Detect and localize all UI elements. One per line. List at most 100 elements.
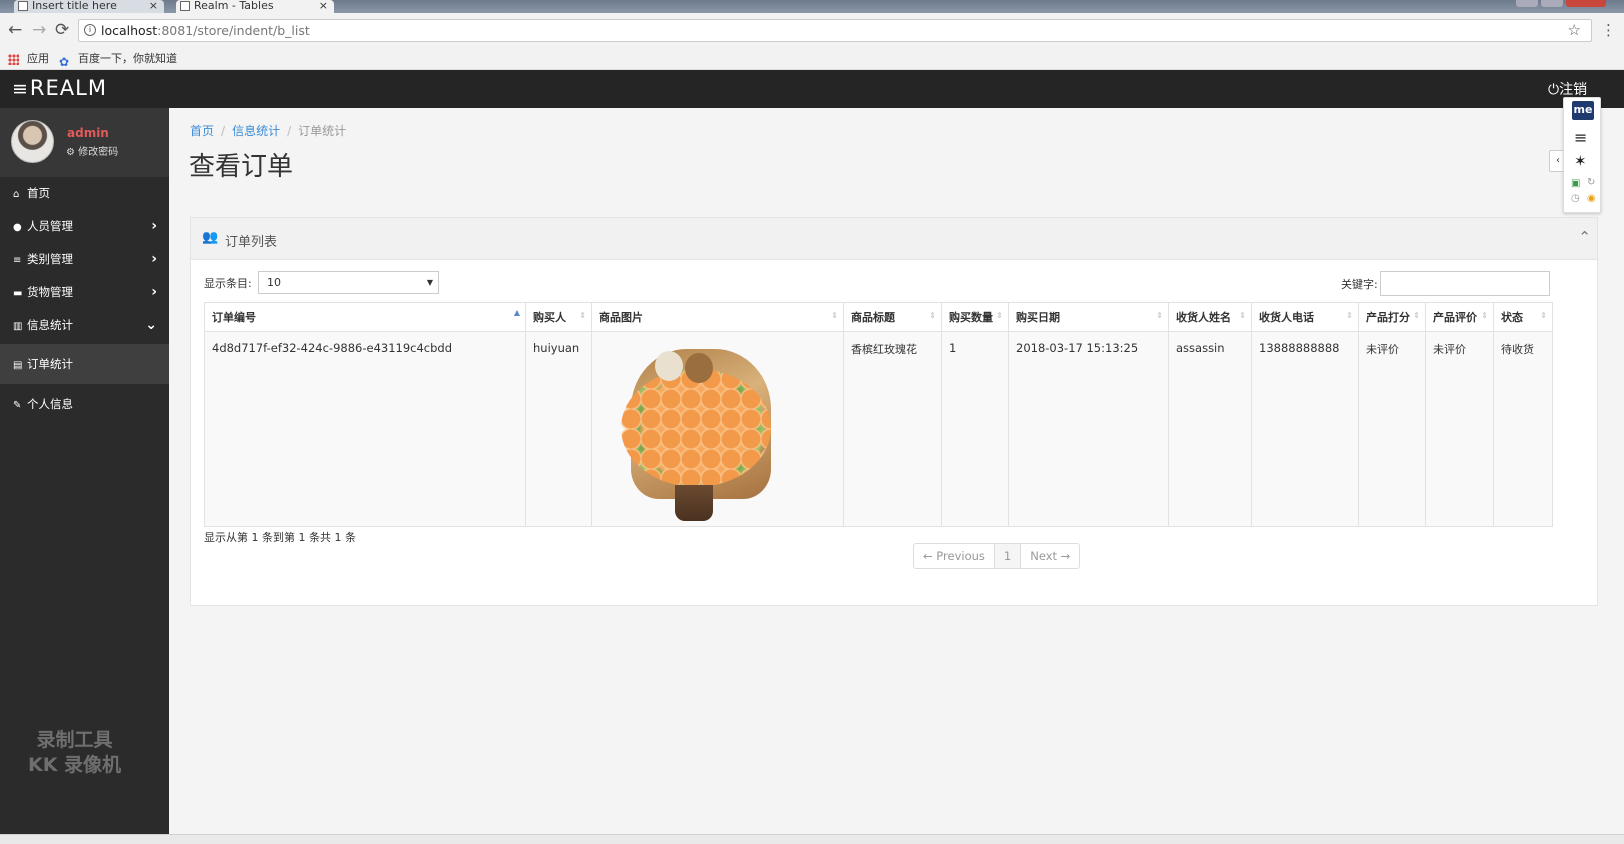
edit-icon: ✎	[13, 400, 22, 411]
menu-bars-icon: ≡	[12, 78, 29, 100]
floating-toolbar: me ≡ ✶ ▣ ↻ ◷ ◉	[1563, 97, 1601, 213]
page-1-button[interactable]: 1	[994, 544, 1022, 568]
breadcrumb-home[interactable]: 首页	[190, 124, 214, 138]
search-label: 关键字:	[1341, 278, 1378, 291]
cell-review: 未评价	[1425, 331, 1494, 527]
reload-icon[interactable]: ⟳	[55, 21, 69, 39]
sort-icon: ⇕	[1481, 311, 1488, 320]
bookmark-apps[interactable]: 应用	[27, 49, 49, 69]
column-header[interactable]: 收货人姓名 ⇕	[1168, 302, 1252, 332]
top-navbar: ≡REALM ⏻注销	[0, 70, 1624, 108]
panel-title: 订单列表	[225, 235, 278, 250]
column-header[interactable]: 产品打分 ⇕	[1358, 302, 1426, 332]
product-image	[599, 337, 785, 523]
tab-close-icon[interactable]: ×	[319, 0, 328, 12]
breadcrumb-separator: /	[287, 124, 292, 138]
main-content: 首页 / 信息统计 / 订单统计 查看订单 👥 订单列表 ⌃ 显示条目: 10 ▼ 关键…	[169, 108, 1624, 834]
column-header[interactable]: 订单编号 ▲	[204, 302, 526, 332]
cell-product-image	[591, 331, 844, 527]
table-header-row: 订单编号 ▲ 购买人 ⇕ 商品图片 ⇕ 商品标题 ⇕ 购买数量 ⇕ 购买日期 ⇕ 收货人姓名…	[204, 302, 1553, 332]
sort-asc-icon: ▲	[513, 308, 520, 317]
users-icon: 👥	[202, 230, 219, 245]
cart-icon: ▬	[13, 288, 23, 299]
page-length-select[interactable]: 10 ▼	[258, 271, 439, 294]
image-icon[interactable]: ▣	[1571, 178, 1580, 189]
cell-date: 2018-03-17 15:13:25	[1008, 331, 1169, 527]
caret-down-icon: ▼	[426, 278, 433, 287]
sidebar-item-goods[interactable]: ▬ 货物管理 ›	[0, 276, 169, 309]
brand-logo[interactable]: ≡REALM	[12, 76, 107, 100]
prev-page-button[interactable]: ← Previous	[914, 544, 995, 568]
cell-quantity: 1	[941, 331, 1009, 527]
next-page-button[interactable]: Next →	[1021, 544, 1079, 568]
breadcrumb-statistics[interactable]: 信息统计	[232, 124, 280, 138]
page-length-label: 显示条目:	[204, 277, 252, 290]
browser-tab-bar: Insert title here × Realm - Tables ×	[0, 0, 1624, 13]
sort-icon: ⇕	[831, 311, 838, 320]
bookmark-baidu[interactable]: 百度一下，你就知道	[78, 49, 177, 69]
sort-icon: ⇕	[1239, 311, 1246, 320]
orders-table: 订单编号 ▲ 购买人 ⇕ 商品图片 ⇕ 商品标题 ⇕ 购买数量 ⇕ 购买日期 ⇕ 收货人姓名…	[204, 302, 1553, 527]
browser-tab-2[interactable]: Realm - Tables ×	[176, 0, 334, 13]
home-icon: ⌂	[13, 189, 20, 200]
chevron-up-icon[interactable]: ⌃	[1578, 228, 1591, 246]
refresh-icon[interactable]: ↻	[1587, 177, 1595, 188]
magic-wand-icon[interactable]: ✶	[1574, 152, 1587, 170]
browser-tab-1[interactable]: Insert title here ×	[14, 0, 164, 13]
cell-phone: 13888888888	[1251, 331, 1359, 527]
column-header[interactable]: 购买数量 ⇕	[941, 302, 1009, 332]
orders-panel: 👥 订单列表 ⌃ 显示条目: 10 ▼ 关键字: 订单编号 ▲ 购买人 ⇕ 商品图片…	[190, 217, 1598, 606]
url-path: :8081/store/indent/b_list	[157, 23, 310, 38]
clock-icon[interactable]: ◷	[1571, 193, 1580, 204]
apps-icon[interactable]	[8, 54, 19, 65]
search-input[interactable]	[1380, 271, 1550, 296]
column-header[interactable]: 状态 ⇕	[1493, 302, 1553, 332]
breadcrumb-separator: /	[221, 124, 226, 138]
page-icon	[18, 1, 28, 11]
cell-product-title: 香槟红玫瑰花	[843, 331, 942, 527]
window-close-icon[interactable]	[1566, 0, 1606, 7]
maximize-icon[interactable]	[1541, 0, 1563, 7]
sidebar-item-orders[interactable]: ▤ 订单统计	[0, 344, 169, 384]
sort-icon: ⇕	[1346, 311, 1353, 320]
me-icon[interactable]: me	[1572, 101, 1594, 120]
column-header[interactable]: 商品标题 ⇕	[843, 302, 942, 332]
eye-icon[interactable]: ◉	[1587, 193, 1596, 204]
avatar	[11, 120, 54, 163]
column-header[interactable]: 商品图片 ⇕	[591, 302, 844, 332]
sort-icon: ⇕	[1413, 311, 1420, 320]
sidebar: admin ⚙ 修改密码 ⌂ 首页 ● 人员管理 › ≡ 类别管理 › ▬ 货物管理 ›…	[0, 108, 169, 834]
page-icon	[180, 1, 190, 11]
address-bar: ← → ⟳ i localhost:8081/store/indent/b_li…	[0, 13, 1624, 49]
column-header[interactable]: 产品评价 ⇕	[1425, 302, 1494, 332]
sort-icon: ⇕	[996, 311, 1003, 320]
hamburger-menu-icon[interactable]: ≡	[1574, 128, 1587, 147]
column-header[interactable]: 购买人 ⇕	[525, 302, 592, 332]
url-input[interactable]: i localhost:8081/store/indent/b_list ☆	[78, 19, 1592, 42]
sidebar-item-home[interactable]: ⌂ 首页	[0, 177, 169, 210]
sidebar-item-profile[interactable]: ✎ 个人信息	[0, 385, 169, 423]
forward-icon[interactable]: →	[32, 21, 46, 39]
panel-header: 👥 订单列表 ⌃	[191, 218, 1597, 260]
cell-score: 未评价	[1358, 331, 1426, 527]
table-row[interactable]: 4d8d717f-ef32-424c-9886-e43119c4cbdd hui…	[204, 331, 1553, 527]
table-info: 显示从第 1 条到第 1 条共 1 条	[204, 531, 356, 544]
tab-title: Insert title here	[32, 0, 117, 12]
info-icon[interactable]: i	[84, 24, 96, 36]
chevron-right-icon: ›	[151, 284, 157, 300]
column-header[interactable]: 购买日期 ⇕	[1008, 302, 1169, 332]
bookmark-star-icon[interactable]: ☆	[1568, 20, 1581, 41]
user-icon: ●	[13, 222, 22, 233]
tab-close-icon[interactable]: ×	[149, 0, 158, 12]
sidebar-item-users[interactable]: ● 人员管理 ›	[0, 210, 169, 243]
logout-button[interactable]: ⏻注销	[1548, 79, 1587, 99]
cell-buyer: huiyuan	[525, 331, 592, 527]
back-icon[interactable]: ←	[8, 21, 22, 39]
browser-menu-icon[interactable]: ⋮	[1601, 21, 1616, 39]
cell-order-id: 4d8d717f-ef32-424c-9886-e43119c4cbdd	[204, 331, 526, 527]
sidebar-item-statistics[interactable]: ▥ 信息统计 ⌄	[0, 309, 169, 342]
sidebar-item-categories[interactable]: ≡ 类别管理 ›	[0, 243, 169, 276]
minimize-icon[interactable]	[1516, 0, 1538, 7]
change-password-link[interactable]: ⚙ 修改密码	[66, 143, 118, 158]
column-header[interactable]: 收货人电话 ⇕	[1251, 302, 1359, 332]
